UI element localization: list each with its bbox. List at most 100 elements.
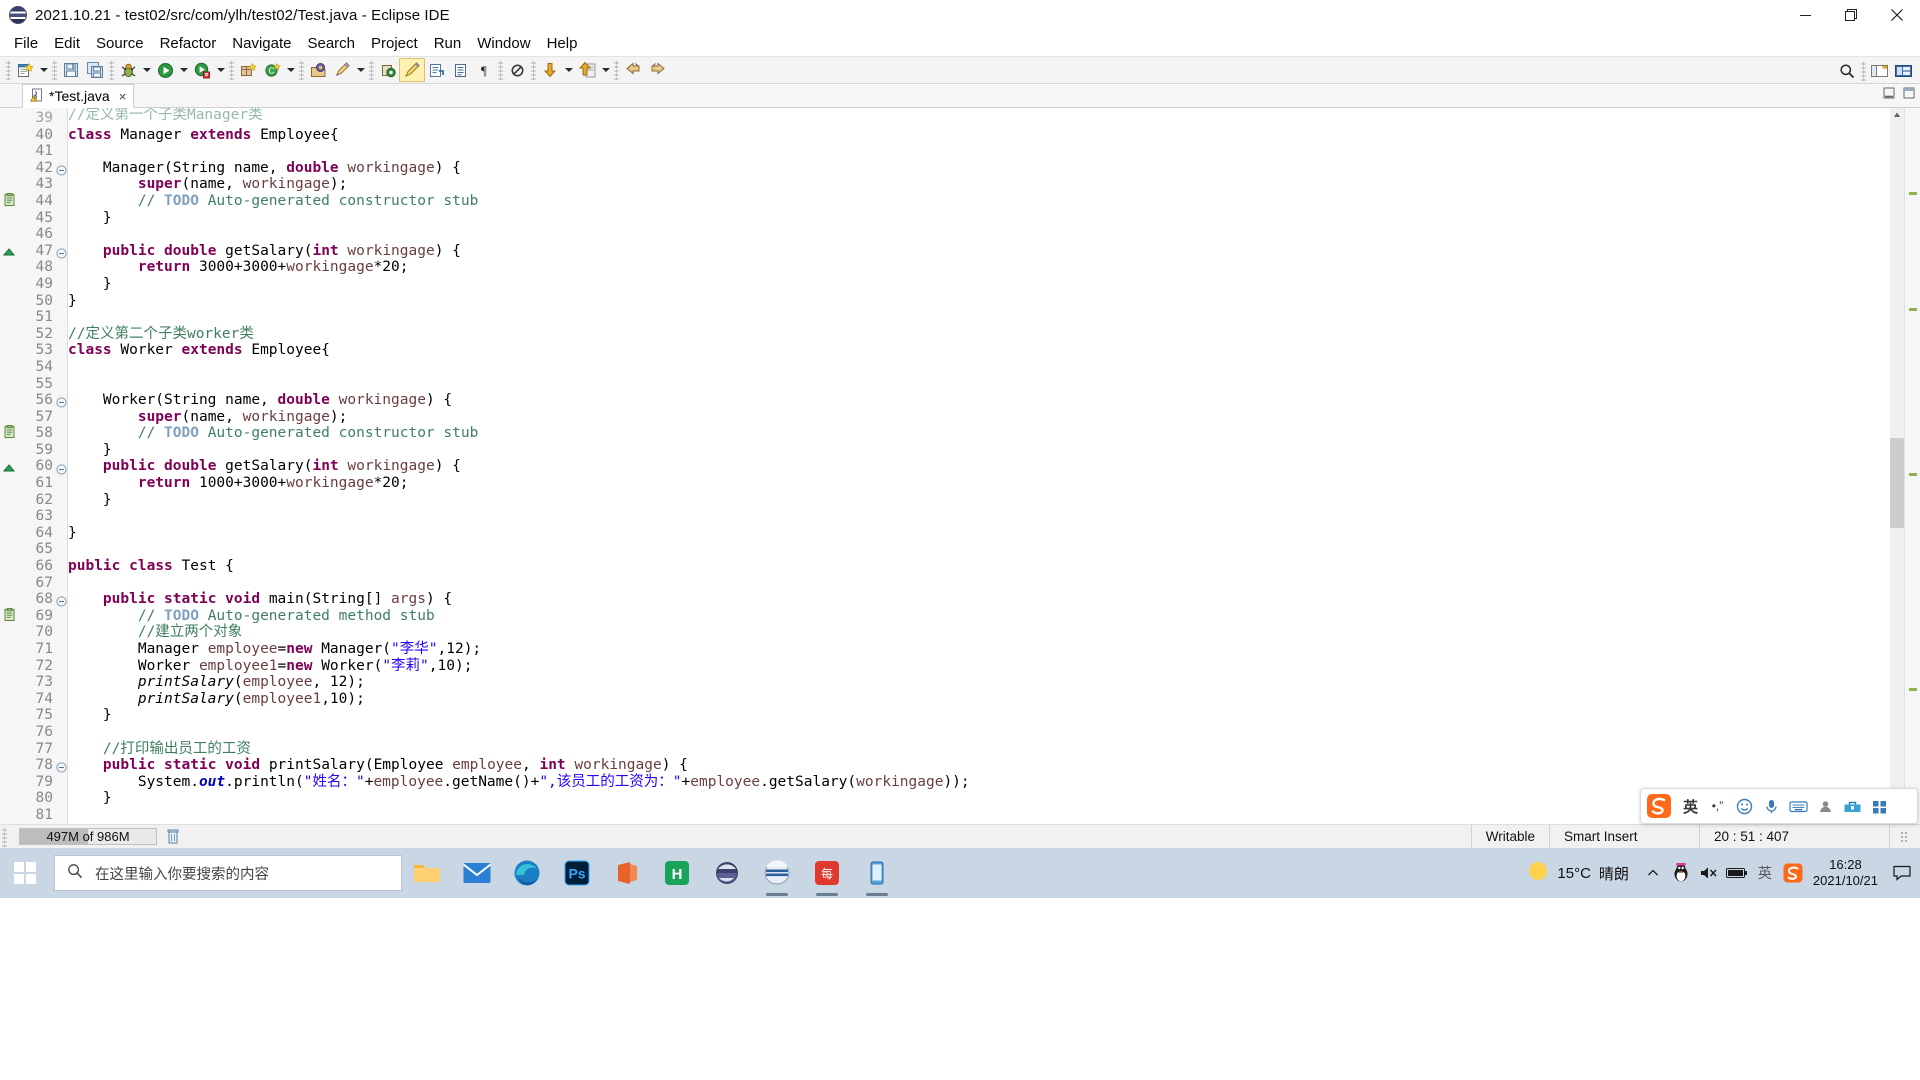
editor-tab-test-java[interactable]: ! *Test.java × [22,84,135,108]
code-line[interactable]: } [68,790,1904,807]
code-line[interactable]: public double getSalary(int workingage) … [68,243,1904,260]
editor-overview-ruler[interactable] [1904,108,1920,824]
menu-window[interactable]: Window [469,32,538,55]
menu-run[interactable]: Run [426,32,470,55]
microphone-icon[interactable] [1758,789,1785,823]
code-line[interactable]: } [68,442,1904,459]
back-icon[interactable] [621,59,645,81]
code-line[interactable]: //建立两个对象 [68,624,1904,641]
search-input-placeholder[interactable]: 在这里输入你要搜索的内容 [95,863,269,884]
code-line[interactable]: class Worker extends Employee{ [68,342,1904,359]
code-line[interactable]: return 1000+3000+workingage*20; [68,475,1904,492]
action-center-icon[interactable] [1888,848,1916,898]
ime-english-icon[interactable]: 英 [1751,848,1779,898]
code-line[interactable]: // TODO Auto-generated constructor stub [68,193,1904,210]
open-task-icon[interactable] [376,59,400,81]
menu-icon[interactable] [1866,789,1893,823]
todo-marker-icon[interactable] [2,193,20,209]
code-line[interactable]: Manager(String name, double workingage) … [68,160,1904,177]
code-line[interactable]: } [68,293,1904,310]
pilcrow-icon[interactable]: ¶ [472,59,496,81]
code-line[interactable] [68,309,1904,326]
code-line[interactable]: public static void main(String[] args) { [68,591,1904,608]
sogou-logo-icon[interactable] [1641,789,1677,823]
override-marker-icon[interactable] [2,245,20,261]
code-line[interactable]: } [68,276,1904,293]
skip-breakpoints-icon[interactable] [424,59,448,81]
code-line[interactable] [68,376,1904,393]
run-dropdown-arrow[interactable] [177,59,190,81]
todo-marker-icon[interactable] [2,425,20,441]
code-line[interactable]: // TODO Auto-generated method stub [68,608,1904,625]
taskbar-search-box[interactable]: 在这里输入你要搜索的内容 [54,855,402,891]
code-line[interactable]: public class Test { [68,558,1904,575]
vertical-scrollbar-thumb[interactable] [1890,438,1904,528]
code-line[interactable] [68,541,1904,558]
override-marker-icon[interactable] [2,461,20,477]
editor-marker-bar[interactable] [0,108,22,824]
taskbar-app-photoshop[interactable]: Ps [552,848,602,898]
fold-toggle-icon[interactable] [56,163,68,176]
code-line[interactable]: } [68,707,1904,724]
battery-icon[interactable] [1723,848,1751,898]
coverage-icon[interactable] [190,59,214,81]
toolbar-drag-handle[interactable] [6,60,11,80]
search-marker-icon[interactable] [330,59,354,81]
taskbar-app-sublime[interactable] [752,848,802,898]
code-line[interactable] [68,575,1904,592]
fold-toggle-icon[interactable] [56,246,68,259]
code-line[interactable] [68,724,1904,741]
taskbar-app-eclipse[interactable] [702,848,752,898]
menu-project[interactable]: Project [363,32,426,55]
code-line[interactable] [68,508,1904,525]
editor-code-content[interactable]: //定义第一个子类Manager类 class Manager extends E… [68,108,1904,824]
show-whitespace-icon[interactable] [448,59,472,81]
taskbar-app-baidu-netdisk[interactable]: 每 [802,848,852,898]
next-annotation-icon[interactable] [538,59,562,81]
code-line[interactable]: //定义第一个子类Manager类 [68,108,1904,124]
search-marker-dropdown-arrow[interactable] [354,59,367,81]
minimize-button[interactable] [1782,0,1828,30]
resize-grip-icon[interactable] [1889,824,1920,849]
debug-dropdown-arrow[interactable] [140,59,153,81]
editor-vertical-scrollbar[interactable] [1890,108,1904,824]
volume-muted-icon[interactable] [1695,848,1723,898]
code-line[interactable]: } [68,492,1904,509]
code-line[interactable] [68,143,1904,160]
code-line[interactable] [68,226,1904,243]
weather-widget[interactable]: 15°C 晴朗 [1527,860,1639,886]
maximize-view-icon[interactable] [1902,86,1916,100]
save-all-icon[interactable] [83,59,107,81]
emoji-icon[interactable] [1731,789,1758,823]
code-line[interactable]: public static void printSalary(Employee … [68,757,1904,774]
code-line[interactable]: return 3000+3000+workingage*20; [68,259,1904,276]
code-line[interactable]: //定义第二个子类worker类 [68,326,1904,343]
code-line[interactable]: public double getSalary(int workingage) … [68,458,1904,475]
taskbar-app-hbuilder[interactable]: H [652,848,702,898]
trash-icon[interactable] [166,828,180,845]
editor-folding-column[interactable] [56,108,68,824]
heap-status-indicator[interactable]: 497M of 986M [19,828,157,845]
java-perspective-icon[interactable] [1892,60,1916,82]
menu-search[interactable]: Search [299,32,363,55]
taskbar-app-file-explorer[interactable] [402,848,452,898]
code-line[interactable]: System.out.println("姓名："+employee.getNam… [68,774,1904,791]
no-entry-icon[interactable] [505,59,529,81]
quick-access-search-icon[interactable] [1835,60,1859,82]
new-wizard-dropdown-arrow[interactable] [37,59,50,81]
new-java-class-dropdown-arrow[interactable] [284,59,297,81]
code-line[interactable]: Manager employee=new Manager("李华",12); [68,641,1904,658]
windows-start-icon[interactable] [0,848,50,898]
todo-marker-icon[interactable] [2,608,20,624]
qq-penguin-icon[interactable] [1667,848,1695,898]
new-wizard-icon[interactable] [13,59,37,81]
code-line[interactable]: super(name, workingage); [68,409,1904,426]
close-button[interactable] [1874,0,1920,30]
fold-toggle-icon[interactable] [56,395,68,408]
taskbar-app-office[interactable] [602,848,652,898]
code-line[interactable]: class Manager extends Employee{ [68,127,1904,144]
keyboard-icon[interactable] [1785,789,1812,823]
taskbar-clock[interactable]: 16:28 2021/10/21 [1807,857,1888,889]
code-line[interactable]: Worker(String name, double workingage) { [68,392,1904,409]
user-icon[interactable] [1812,789,1839,823]
